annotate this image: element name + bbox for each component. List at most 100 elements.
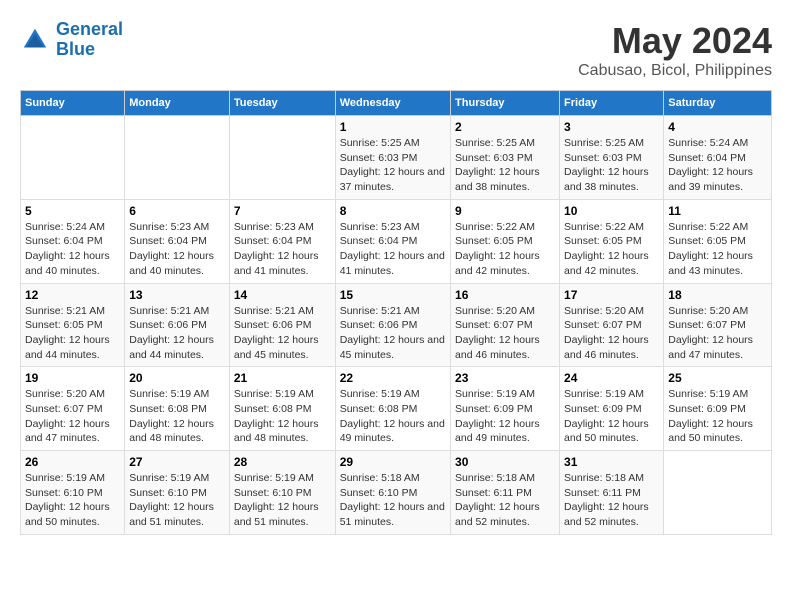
main-title: May 2024: [578, 20, 772, 62]
weekday-header: Thursday: [451, 91, 560, 116]
calendar-cell: 9Sunrise: 5:22 AM Sunset: 6:05 PM Daylig…: [451, 199, 560, 283]
weekday-header: Friday: [560, 91, 664, 116]
calendar-cell: 8Sunrise: 5:23 AM Sunset: 6:04 PM Daylig…: [335, 199, 450, 283]
calendar-cell: 5 Sunrise: 5:24 AM Sunset: 6:04 PM Daylig…: [21, 199, 125, 283]
calendar-cell: [664, 451, 772, 535]
day-info: Sunrise: 5:21 AM Sunset: 6:06 PM Dayligh…: [234, 304, 331, 363]
calendar-week-row: 5 Sunrise: 5:24 AM Sunset: 6:04 PM Daylig…: [21, 199, 772, 283]
calendar-table: SundayMondayTuesdayWednesdayThursdayFrid…: [20, 90, 772, 535]
logo-text: General Blue: [56, 20, 123, 60]
day-info: Sunrise: 5:22 AM Sunset: 6:05 PM Dayligh…: [564, 220, 659, 279]
calendar-cell: 14 Sunrise: 5:21 AM Sunset: 6:06 PM Dayli…: [229, 283, 335, 367]
day-number: 9: [455, 204, 555, 218]
day-number: 2: [455, 120, 555, 134]
weekday-header: Saturday: [664, 91, 772, 116]
day-info: Sunrise: 5:24 AM Sunset: 6:04 PM Dayligh…: [25, 220, 120, 279]
calendar-cell: 7 Sunrise: 5:23 AM Sunset: 6:04 PM Daylig…: [229, 199, 335, 283]
weekday-header: Tuesday: [229, 91, 335, 116]
subtitle: Cabusao, Bicol, Philippines: [578, 62, 772, 80]
day-number: 18: [668, 288, 767, 302]
day-number: 8: [340, 204, 446, 218]
day-number: 20: [129, 371, 225, 385]
calendar-cell: 11Sunrise: 5:22 AM Sunset: 6:05 PM Dayli…: [664, 199, 772, 283]
day-number: 26: [25, 455, 120, 469]
day-number: 24: [564, 371, 659, 385]
day-info: Sunrise: 5:25 AM Sunset: 6:03 PM Dayligh…: [564, 136, 659, 195]
day-info: Sunrise: 5:19 AM Sunset: 6:08 PM Dayligh…: [234, 387, 331, 446]
calendar-week-row: 19 Sunrise: 5:20 AM Sunset: 6:07 PM Dayli…: [21, 367, 772, 451]
day-info: Sunrise: 5:20 AM Sunset: 6:07 PM Dayligh…: [668, 304, 767, 363]
calendar-cell: 4 Sunrise: 5:24 AM Sunset: 6:04 PM Daylig…: [664, 116, 772, 200]
day-info: Sunrise: 5:23 AM Sunset: 6:04 PM Dayligh…: [234, 220, 331, 279]
day-info: Sunrise: 5:22 AM Sunset: 6:05 PM Dayligh…: [668, 220, 767, 279]
logo-icon: [20, 25, 50, 55]
calendar-cell: 12Sunrise: 5:21 AM Sunset: 6:05 PM Dayli…: [21, 283, 125, 367]
calendar-cell: 21 Sunrise: 5:19 AM Sunset: 6:08 PM Dayli…: [229, 367, 335, 451]
header: General Blue May 2024 Cabusao, Bicol, Ph…: [20, 20, 772, 80]
calendar-cell: 28Sunrise: 5:19 AM Sunset: 6:10 PM Dayli…: [229, 451, 335, 535]
day-info: Sunrise: 5:18 AM Sunset: 6:10 PM Dayligh…: [340, 471, 446, 530]
day-number: 6: [129, 204, 225, 218]
weekday-header-row: SundayMondayTuesdayWednesdayThursdayFrid…: [21, 91, 772, 116]
day-number: 7: [234, 204, 331, 218]
calendar-cell: 29 Sunrise: 5:18 AM Sunset: 6:10 PM Dayli…: [335, 451, 450, 535]
calendar-cell: 25Sunrise: 5:19 AM Sunset: 6:09 PM Dayli…: [664, 367, 772, 451]
day-info: Sunrise: 5:25 AM Sunset: 6:03 PM Dayligh…: [340, 136, 446, 195]
calendar-cell: 6 Sunrise: 5:23 AM Sunset: 6:04 PM Daylig…: [125, 199, 230, 283]
day-info: Sunrise: 5:21 AM Sunset: 6:05 PM Dayligh…: [25, 304, 120, 363]
title-area: May 2024 Cabusao, Bicol, Philippines: [578, 20, 772, 80]
day-number: 22: [340, 371, 446, 385]
weekday-header: Monday: [125, 91, 230, 116]
day-number: 13: [129, 288, 225, 302]
calendar-cell: 15 Sunrise: 5:21 AM Sunset: 6:06 PM Dayli…: [335, 283, 450, 367]
day-info: Sunrise: 5:20 AM Sunset: 6:07 PM Dayligh…: [564, 304, 659, 363]
calendar-cell: 27 Sunrise: 5:19 AM Sunset: 6:10 PM Dayli…: [125, 451, 230, 535]
calendar-cell: 17Sunrise: 5:20 AM Sunset: 6:07 PM Dayli…: [560, 283, 664, 367]
day-number: 1: [340, 120, 446, 134]
calendar-cell: [229, 116, 335, 200]
day-info: Sunrise: 5:23 AM Sunset: 6:04 PM Dayligh…: [129, 220, 225, 279]
day-number: 27: [129, 455, 225, 469]
calendar-week-row: 26 Sunrise: 5:19 AM Sunset: 6:10 PM Dayli…: [21, 451, 772, 535]
calendar-cell: 19 Sunrise: 5:20 AM Sunset: 6:07 PM Dayli…: [21, 367, 125, 451]
calendar-week-row: 1 Sunrise: 5:25 AM Sunset: 6:03 PM Daylig…: [21, 116, 772, 200]
calendar-cell: 23 Sunrise: 5:19 AM Sunset: 6:09 PM Dayli…: [451, 367, 560, 451]
day-number: 10: [564, 204, 659, 218]
calendar-cell: 3 Sunrise: 5:25 AM Sunset: 6:03 PM Daylig…: [560, 116, 664, 200]
day-number: 15: [340, 288, 446, 302]
day-number: 31: [564, 455, 659, 469]
calendar-week-row: 12Sunrise: 5:21 AM Sunset: 6:05 PM Dayli…: [21, 283, 772, 367]
calendar-cell: 22Sunrise: 5:19 AM Sunset: 6:08 PM Dayli…: [335, 367, 450, 451]
day-info: Sunrise: 5:20 AM Sunset: 6:07 PM Dayligh…: [25, 387, 120, 446]
day-number: 3: [564, 120, 659, 134]
day-number: 25: [668, 371, 767, 385]
day-number: 21: [234, 371, 331, 385]
calendar-cell: [125, 116, 230, 200]
day-info: Sunrise: 5:19 AM Sunset: 6:10 PM Dayligh…: [234, 471, 331, 530]
calendar-cell: 18 Sunrise: 5:20 AM Sunset: 6:07 PM Dayli…: [664, 283, 772, 367]
logo-line2: Blue: [56, 39, 95, 59]
day-number: 5: [25, 204, 120, 218]
day-number: 23: [455, 371, 555, 385]
day-info: Sunrise: 5:18 AM Sunset: 6:11 PM Dayligh…: [564, 471, 659, 530]
calendar-cell: [21, 116, 125, 200]
day-number: 16: [455, 288, 555, 302]
calendar-cell: 13 Sunrise: 5:21 AM Sunset: 6:06 PM Dayli…: [125, 283, 230, 367]
calendar-cell: 24 Sunrise: 5:19 AM Sunset: 6:09 PM Dayli…: [560, 367, 664, 451]
day-number: 29: [340, 455, 446, 469]
logo-line1: General: [56, 19, 123, 39]
day-info: Sunrise: 5:25 AM Sunset: 6:03 PM Dayligh…: [455, 136, 555, 195]
day-number: 14: [234, 288, 331, 302]
day-info: Sunrise: 5:21 AM Sunset: 6:06 PM Dayligh…: [129, 304, 225, 363]
calendar-cell: 2 Sunrise: 5:25 AM Sunset: 6:03 PM Daylig…: [451, 116, 560, 200]
day-info: Sunrise: 5:19 AM Sunset: 6:10 PM Dayligh…: [129, 471, 225, 530]
day-number: 19: [25, 371, 120, 385]
calendar-cell: 16Sunrise: 5:20 AM Sunset: 6:07 PM Dayli…: [451, 283, 560, 367]
day-info: Sunrise: 5:24 AM Sunset: 6:04 PM Dayligh…: [668, 136, 767, 195]
calendar-cell: 20Sunrise: 5:19 AM Sunset: 6:08 PM Dayli…: [125, 367, 230, 451]
day-info: Sunrise: 5:19 AM Sunset: 6:09 PM Dayligh…: [564, 387, 659, 446]
calendar-cell: 26Sunrise: 5:19 AM Sunset: 6:10 PM Dayli…: [21, 451, 125, 535]
day-info: Sunrise: 5:21 AM Sunset: 6:06 PM Dayligh…: [340, 304, 446, 363]
day-info: Sunrise: 5:19 AM Sunset: 6:09 PM Dayligh…: [455, 387, 555, 446]
day-number: 4: [668, 120, 767, 134]
